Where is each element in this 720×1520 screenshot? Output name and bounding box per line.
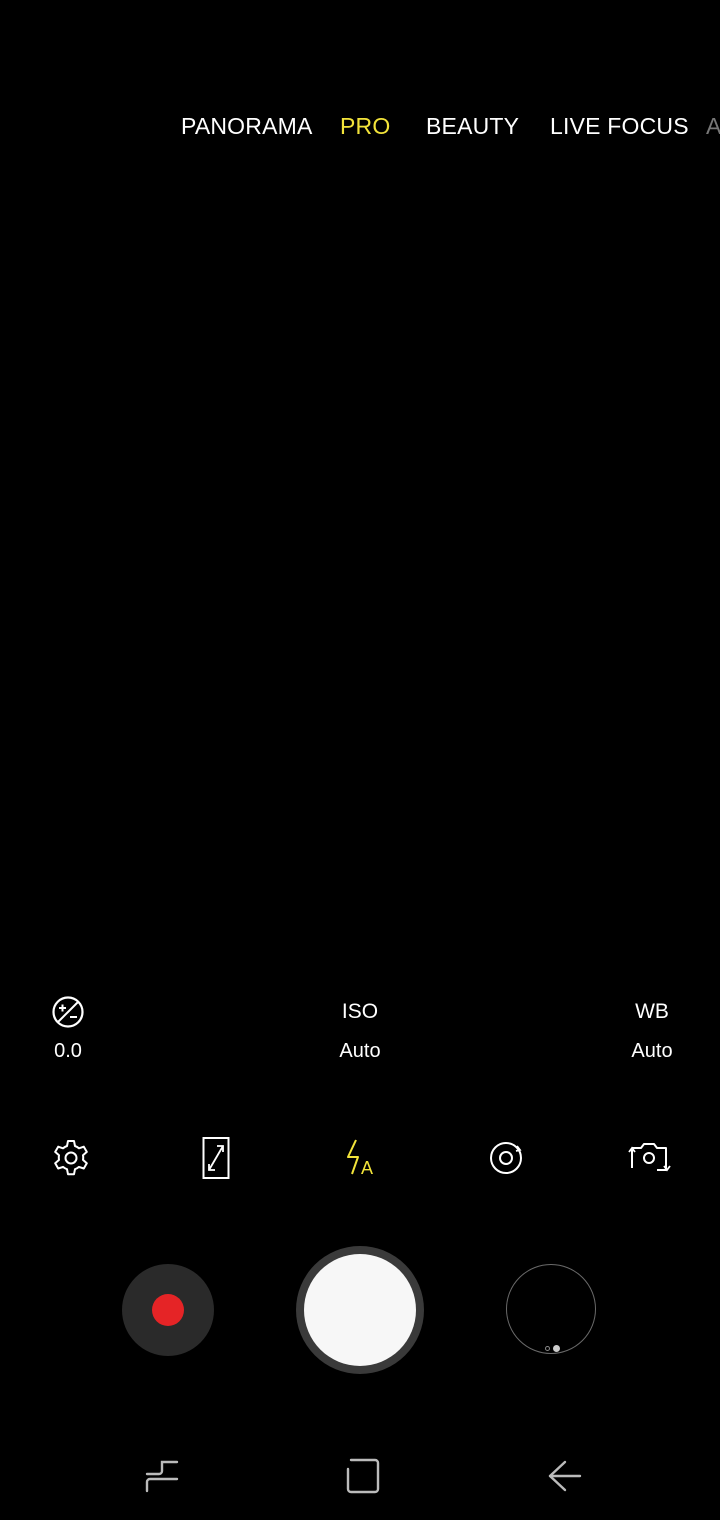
mode-panorama[interactable]: PANORAMA: [181, 106, 313, 146]
wb-control[interactable]: WB Auto: [592, 992, 712, 1072]
back-button[interactable]: [535, 1454, 595, 1498]
record-icon: [152, 1294, 184, 1326]
mode-live-focus[interactable]: LIVE FOCUS: [550, 106, 689, 146]
page-dot: [545, 1345, 550, 1351]
switch-camera-icon: [628, 1143, 671, 1172]
wb-label: WB: [635, 1000, 669, 1023]
mode-beauty[interactable]: BEAUTY: [426, 106, 519, 146]
pro-settings-row: 0.0 ISO Auto WB Auto: [0, 992, 720, 1072]
gallery-page-indicator: [545, 1343, 565, 1353]
recents-icon: [145, 1460, 179, 1493]
iso-control[interactable]: ISO Auto: [300, 992, 420, 1072]
iso-value: Auto: [339, 1040, 381, 1062]
exposure-control[interactable]: 0.0: [8, 992, 128, 1072]
home-button[interactable]: [333, 1454, 393, 1498]
recents-button[interactable]: [132, 1454, 192, 1498]
exposure-icon: [52, 996, 84, 1028]
camera-screen: PANORAMA PRO BEAUTY LIVE FOCUS A 0.0 ISO…: [0, 0, 720, 1520]
aspect-ratio-icon: [202, 1137, 230, 1179]
shutter-icon: [304, 1254, 416, 1366]
page-dot-active: [553, 1344, 560, 1352]
settings-button[interactable]: [45, 1132, 97, 1184]
back-icon: [548, 1460, 582, 1492]
iso-label: ISO: [341, 1000, 379, 1023]
navigation-bar: [0, 1430, 720, 1520]
flash-button[interactable]: A: [334, 1132, 386, 1184]
shutter-button[interactable]: [296, 1246, 424, 1374]
gallery-thumbnail[interactable]: [506, 1264, 596, 1354]
mode-next-partial[interactable]: A: [706, 106, 720, 146]
flash-auto-icon: A: [347, 1139, 373, 1178]
effects-button[interactable]: [480, 1132, 532, 1184]
exposure-value: 0.0: [54, 1040, 82, 1062]
record-button[interactable]: [122, 1264, 214, 1356]
wb-value: Auto: [631, 1040, 673, 1062]
quick-settings-row: A: [0, 1132, 720, 1184]
switch-camera-button[interactable]: [624, 1132, 676, 1184]
svg-text:A: A: [361, 1158, 373, 1178]
viewfinder[interactable]: [0, 0, 720, 980]
gear-icon: [54, 1140, 88, 1176]
aspect-ratio-button[interactable]: [190, 1132, 242, 1184]
mode-pro[interactable]: PRO: [340, 106, 390, 146]
mode-selector: PANORAMA PRO BEAUTY LIVE FOCUS A: [0, 106, 720, 146]
home-icon: [346, 1458, 380, 1494]
effects-icon: [490, 1142, 522, 1174]
